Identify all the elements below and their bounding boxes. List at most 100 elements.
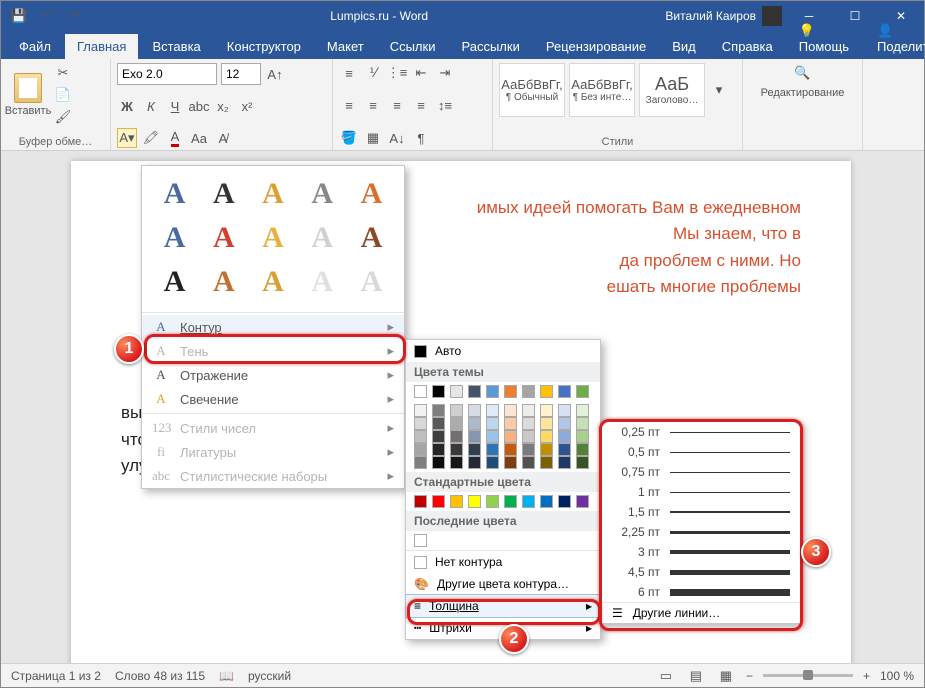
pilcrow-icon[interactable]: ¶ xyxy=(411,128,431,148)
indent-icon[interactable]: ⇥ xyxy=(435,63,455,83)
color-swatch[interactable] xyxy=(540,385,553,398)
color-swatch[interactable] xyxy=(414,385,427,398)
color-swatch[interactable] xyxy=(558,430,571,443)
color-swatch[interactable] xyxy=(432,417,445,430)
align-left-icon[interactable]: ≡ xyxy=(339,96,359,116)
color-swatch[interactable] xyxy=(432,456,445,469)
highlight-icon[interactable]: 🖍 xyxy=(141,128,161,148)
color-swatch[interactable] xyxy=(522,443,535,456)
color-swatch[interactable] xyxy=(468,443,481,456)
color-swatch[interactable] xyxy=(450,404,463,417)
color-swatch[interactable] xyxy=(558,495,571,508)
copy-icon[interactable]: 📄 xyxy=(53,85,73,105)
color-swatch[interactable] xyxy=(576,430,589,443)
line-spacing-icon[interactable]: ↕≡ xyxy=(435,96,455,116)
tab-mail[interactable]: Рассылки xyxy=(449,34,531,59)
color-swatch[interactable] xyxy=(414,456,427,469)
color-swatch[interactable] xyxy=(450,495,463,508)
tab-view[interactable]: Вид xyxy=(660,34,708,59)
color-swatch[interactable] xyxy=(432,404,445,417)
color-swatch[interactable] xyxy=(522,404,535,417)
view-web-icon[interactable]: ▦ xyxy=(716,666,736,686)
undo-icon[interactable]: ↶ xyxy=(37,6,57,26)
color-swatch[interactable] xyxy=(414,443,427,456)
redo-icon[interactable]: ↷ xyxy=(65,6,85,26)
weight-option[interactable]: 6 пт xyxy=(602,582,800,602)
text-effect-preset[interactable]: A xyxy=(298,260,347,304)
color-swatch[interactable] xyxy=(486,456,499,469)
font-size-input[interactable] xyxy=(221,63,261,85)
outline-weight[interactable]: ≡Толщина▸ xyxy=(405,594,601,618)
shading-icon[interactable]: 🪣 xyxy=(339,128,359,148)
color-swatch[interactable] xyxy=(504,417,517,430)
underline-icon[interactable]: Ч xyxy=(165,97,185,117)
color-swatch[interactable] xyxy=(504,456,517,469)
align-center-icon[interactable]: ≡ xyxy=(363,96,383,116)
no-outline[interactable]: Нет контура xyxy=(406,551,600,573)
text-effect-preset[interactable]: A xyxy=(199,172,248,216)
style-normal[interactable]: АаБбВвГг,¶ Обычный xyxy=(499,63,565,117)
color-swatch[interactable] xyxy=(540,495,553,508)
text-effect-preset[interactable]: A xyxy=(150,260,199,304)
tab-file[interactable]: Файл xyxy=(7,34,63,59)
tab-review[interactable]: Рецензирование xyxy=(534,34,658,59)
bold-icon[interactable]: Ж xyxy=(117,97,137,117)
color-swatch[interactable] xyxy=(486,404,499,417)
numbering-icon[interactable]: ⅟ xyxy=(363,63,383,83)
tab-design[interactable]: Конструктор xyxy=(215,34,313,59)
tab-help[interactable]: Справка xyxy=(710,34,785,59)
color-swatch[interactable] xyxy=(468,385,481,398)
more-lines[interactable]: ☰Другие линии… xyxy=(602,603,800,623)
color-swatch[interactable] xyxy=(468,430,481,443)
paste-button[interactable]: Вставить xyxy=(7,73,49,117)
format-painter-icon[interactable]: 🖌 xyxy=(53,107,73,127)
fx-outline[interactable]: AКонтур▸ xyxy=(142,315,404,339)
avatar[interactable] xyxy=(762,6,782,26)
zoom-in[interactable]: + xyxy=(863,669,870,683)
color-swatch[interactable] xyxy=(432,430,445,443)
color-swatch[interactable] xyxy=(414,430,427,443)
fx-ligatures[interactable]: fiЛигатуры▸ xyxy=(142,440,404,464)
weight-option[interactable]: 0,75 пт xyxy=(602,462,800,482)
color-swatch[interactable] xyxy=(468,456,481,469)
align-right-icon[interactable]: ≡ xyxy=(387,96,407,116)
tab-home[interactable]: Главная xyxy=(65,34,138,59)
fx-numstyles[interactable]: 123Стили чисел▸ xyxy=(142,416,404,440)
color-swatch[interactable] xyxy=(558,443,571,456)
text-effect-preset[interactable]: A xyxy=(347,172,396,216)
text-effect-preset[interactable]: A xyxy=(347,260,396,304)
color-swatch[interactable] xyxy=(504,404,517,417)
zoom-out[interactable]: − xyxy=(746,669,753,683)
color-swatch[interactable] xyxy=(414,534,427,547)
color-swatch[interactable] xyxy=(450,443,463,456)
font-name-input[interactable] xyxy=(117,63,217,85)
color-swatch[interactable] xyxy=(486,385,499,398)
share-button[interactable]: 👤 Поделиться xyxy=(865,18,925,59)
status-page[interactable]: Страница 1 из 2 xyxy=(11,669,101,683)
tell-me[interactable]: 💡 Помощь xyxy=(787,18,861,59)
text-effect-preset[interactable]: A xyxy=(248,216,297,260)
text-effect-preset[interactable]: A xyxy=(199,216,248,260)
weight-option[interactable]: 0,25 пт xyxy=(602,422,800,442)
sup-icon[interactable]: x² xyxy=(237,97,257,117)
clear-format-icon[interactable]: A̸ xyxy=(213,128,233,148)
color-swatch[interactable] xyxy=(504,443,517,456)
fx-shadow[interactable]: AТень▸ xyxy=(142,339,404,363)
color-swatch[interactable] xyxy=(522,417,535,430)
color-swatch[interactable] xyxy=(576,404,589,417)
text-effect-preset[interactable]: A xyxy=(298,172,347,216)
view-print-icon[interactable]: ▤ xyxy=(686,666,706,686)
color-swatch[interactable] xyxy=(540,404,553,417)
color-swatch[interactable] xyxy=(504,495,517,508)
more-colors[interactable]: 🎨Другие цвета контура… xyxy=(406,573,600,595)
color-swatch[interactable] xyxy=(414,404,427,417)
change-case-icon[interactable]: Aa xyxy=(189,128,209,148)
text-effect-preset[interactable]: A xyxy=(248,260,297,304)
weight-option[interactable]: 1,5 пт xyxy=(602,502,800,522)
zoom-level[interactable]: 100 % xyxy=(880,669,914,683)
color-swatch[interactable] xyxy=(558,385,571,398)
cut-icon[interactable]: ✂ xyxy=(53,63,73,83)
weight-option[interactable]: 4,5 пт xyxy=(602,562,800,582)
style-heading1[interactable]: АаБЗаголово… xyxy=(639,63,705,117)
weight-option[interactable]: 2,25 пт xyxy=(602,522,800,542)
